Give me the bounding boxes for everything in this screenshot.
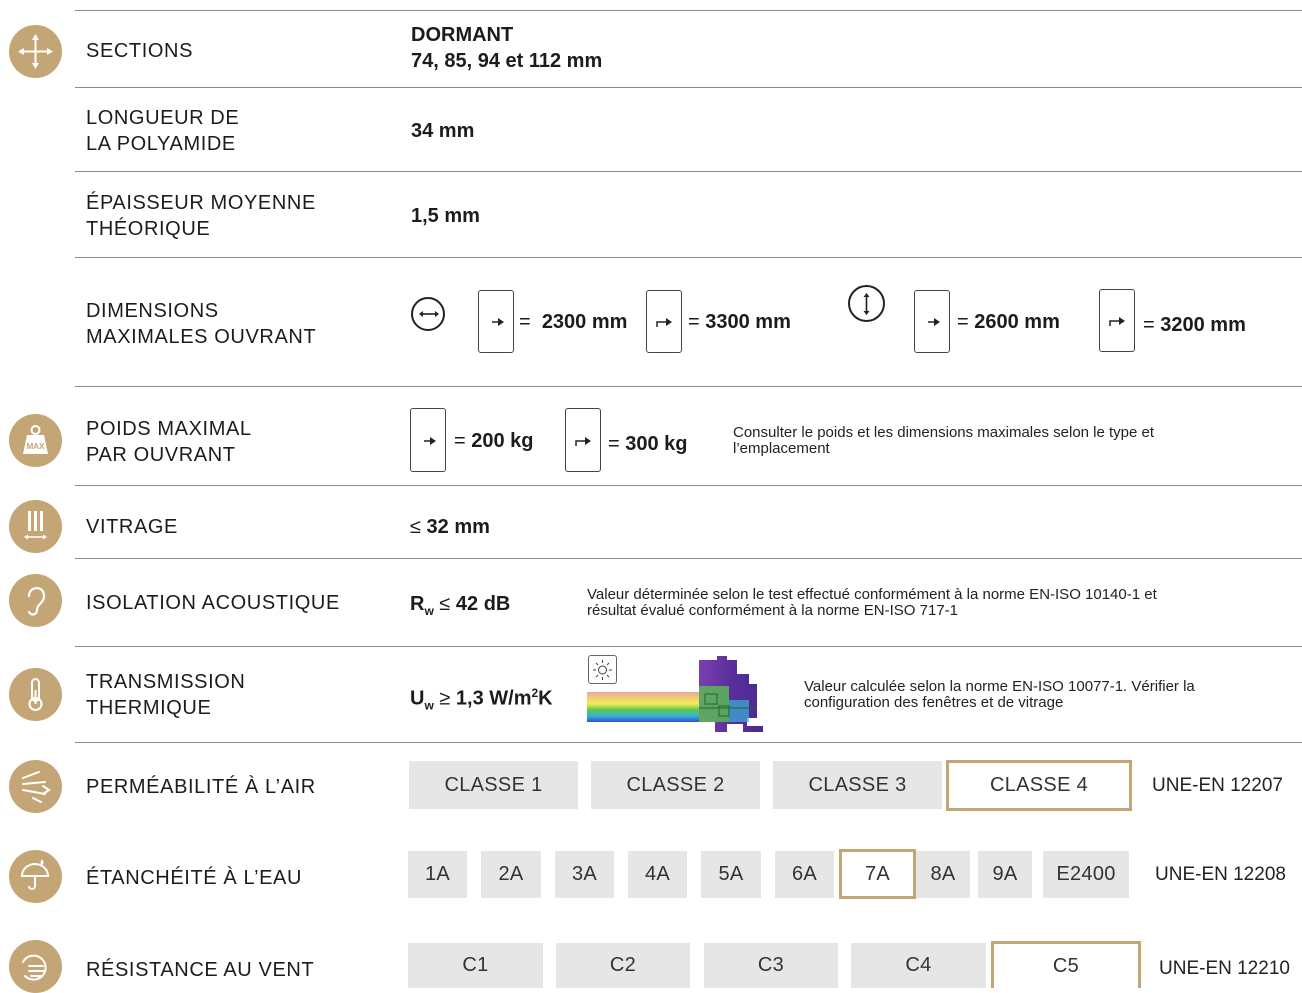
water-class-selected: 7A	[839, 849, 916, 899]
water-class-pill: 9A	[978, 851, 1032, 898]
row-divider	[75, 87, 1302, 88]
wind-class-pill: C1	[408, 943, 543, 988]
row-divider	[75, 646, 1302, 647]
thermal-profile-image	[587, 656, 779, 740]
sections-label: SECTIONS	[86, 40, 194, 62]
weight-icon: MAX	[9, 414, 62, 467]
row-divider	[75, 386, 1302, 387]
fixed-sash-icon	[914, 290, 950, 353]
air-class-pill: CLASSE 1	[409, 761, 578, 809]
move-arrows-icon	[9, 25, 62, 78]
glazing-value: ≤ 32 mm	[410, 516, 490, 538]
air-class-pill: CLASSE 3	[773, 761, 942, 809]
dim-width-a: = 2300 mm	[519, 311, 628, 333]
thickness-label: ÉPAISSEUR MOYENNE THÉORIQUE	[86, 192, 316, 240]
acoustic-label: ISOLATION ACOUSTIQUE	[86, 592, 340, 614]
dim-width-b: = 3300 mm	[688, 311, 791, 333]
thermal-note: Valeur calculée selon la norme EN-ISO 10…	[804, 678, 1195, 711]
water-label: ÉTANCHÉITÉ À L’EAU	[86, 867, 303, 889]
sections-value: DORMANT 74, 85, 94 et 112 mm	[411, 24, 603, 72]
weight-a: = 200 kg	[454, 430, 534, 452]
water-standard: UNE-EN 12208	[1155, 864, 1286, 885]
fixed-sash-icon	[478, 290, 514, 353]
row-divider	[75, 558, 1302, 559]
thickness-value: 1,5 mm	[411, 205, 480, 227]
horizontal-arrow-icon	[411, 297, 445, 331]
row-divider	[75, 742, 1302, 743]
weight-icon-text: MAX	[27, 442, 45, 451]
wind-label: RÉSISTANCE AU VENT	[86, 959, 315, 981]
thermal-label: TRANSMISSION THERMIQUE	[86, 671, 246, 719]
thermometer-icon	[9, 668, 62, 721]
dimensions-label: DIMENSIONS MAXIMALES OUVRANT	[86, 300, 317, 348]
water-class-pill: E2400	[1043, 851, 1129, 898]
tilt-sash-icon	[646, 290, 682, 353]
tilt-sash-icon	[1099, 289, 1135, 352]
acoustic-value: Rw ≤ 42 dB	[410, 593, 511, 618]
air-class-selected: CLASSE 4	[946, 760, 1132, 811]
air-standard: UNE-EN 12207	[1152, 775, 1283, 796]
vertical-arrow-icon	[848, 285, 885, 322]
weight-note: Consulter le poids et les dimensions max…	[733, 424, 1155, 457]
dim-height-a: = 2600 mm	[957, 311, 1060, 333]
row-divider	[75, 257, 1302, 258]
water-class-pill: 2A	[481, 851, 541, 898]
weight-label: POIDS MAXIMAL PAR OUVRANT	[86, 418, 252, 466]
air-class-pill: CLASSE 2	[591, 761, 760, 809]
water-class-pill: 5A	[701, 851, 761, 898]
wind-class-pill: C2	[556, 943, 690, 988]
water-class-pill: 3A	[555, 851, 614, 898]
wind-standard: UNE-EN 12210	[1159, 958, 1290, 979]
wind-class-pill: C4	[851, 943, 986, 988]
row-divider	[75, 10, 1302, 11]
water-class-pill: 6A	[775, 851, 834, 898]
polyamide-value: 34 mm	[411, 120, 475, 142]
dim-height-b: = 3200 mm	[1143, 314, 1246, 336]
row-divider	[75, 171, 1302, 172]
glazing-icon	[9, 500, 62, 553]
air-label: PERMÉABILITÉ À L’AIR	[86, 776, 316, 798]
wind-class-pill: C3	[704, 943, 838, 988]
water-class-pill: 4A	[628, 851, 687, 898]
water-class-pill: 1A	[408, 851, 467, 898]
rain-umbrella-icon	[9, 850, 62, 903]
air-flow-icon	[9, 760, 62, 813]
ear-icon	[9, 574, 62, 627]
row-divider	[75, 485, 1302, 486]
fixed-sash-icon	[410, 408, 446, 472]
polyamide-label: LONGUEUR DE LA POLYAMIDE	[86, 107, 240, 155]
thermal-value: Uw ≥ 1,3 W/m2K	[410, 686, 553, 713]
water-class-pill: 8A	[916, 851, 970, 898]
acoustic-note: Valeur déterminée selon le test effectué…	[587, 586, 1157, 619]
glazing-label: VITRAGE	[86, 516, 178, 538]
wind-hand-icon	[9, 940, 62, 993]
weight-b: = 300 kg	[608, 433, 688, 455]
wind-class-selected: C5	[991, 941, 1141, 988]
tilt-sash-icon	[565, 408, 601, 472]
